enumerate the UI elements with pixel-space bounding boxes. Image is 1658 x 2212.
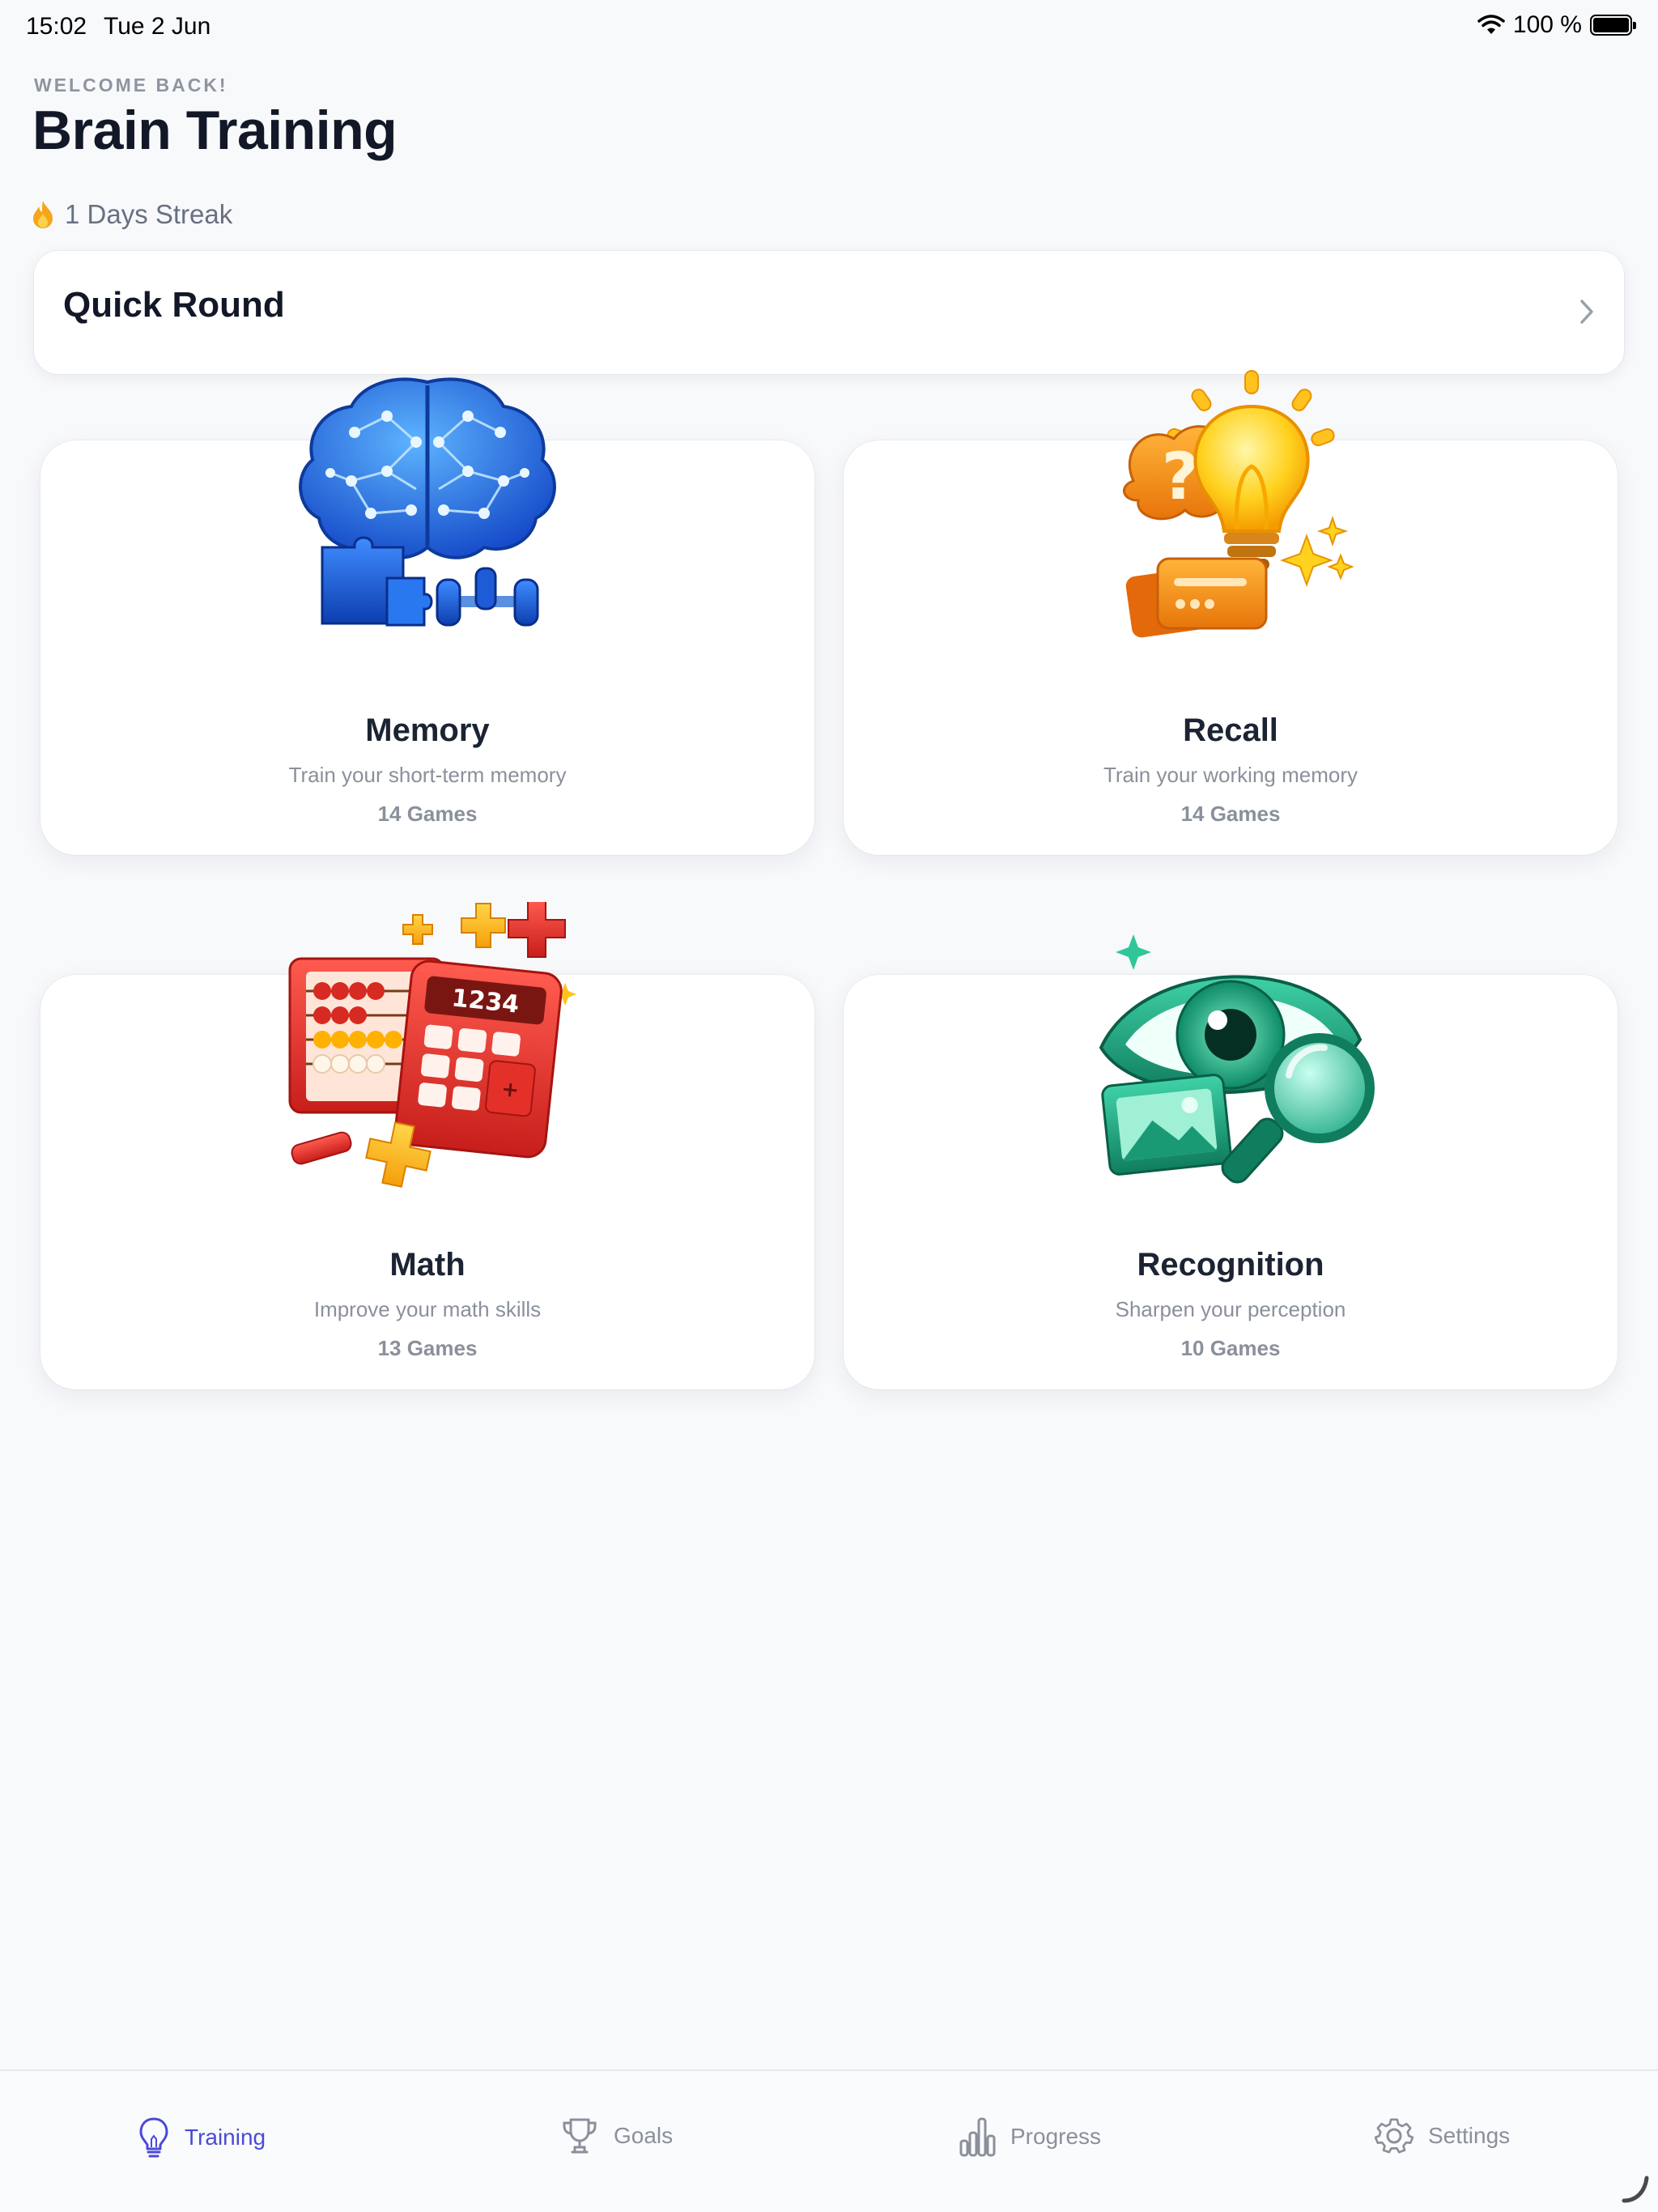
category-game-count: 13 Games xyxy=(377,1336,478,1360)
category-name: Memory xyxy=(365,713,490,748)
tab-label: Goals xyxy=(614,2123,674,2148)
tab-training[interactable]: Training xyxy=(138,2116,266,2159)
status-bar: 15:02 Tue 2 Jun 100 % xyxy=(0,0,1658,52)
wifi-icon xyxy=(1477,15,1505,34)
tab-bar: Training Goals Progress Settings xyxy=(0,2069,1658,2212)
scroll-corner-indicator xyxy=(1622,2176,1649,2203)
quick-round-label: Quick Round xyxy=(63,285,285,325)
category-card-math[interactable]: 1234 + Math Improve your math skills 13 … xyxy=(40,902,814,1389)
svg-text:?: ? xyxy=(1162,439,1199,514)
category-card-recognition[interactable]: Recognition Sharpen your perception 10 G… xyxy=(844,934,1618,1389)
battery-percent: 100 % xyxy=(1512,11,1582,38)
page-title: Brain Training xyxy=(32,100,397,161)
welcome-label: WELCOME BACK! xyxy=(34,74,228,96)
tab-label: Training xyxy=(185,2125,266,2150)
status-time: 15:02 xyxy=(26,13,87,40)
category-name: Math xyxy=(389,1247,466,1283)
tab-label: Progress xyxy=(1010,2124,1102,2149)
flame-icon xyxy=(33,201,53,228)
category-game-count: 14 Games xyxy=(1180,802,1281,826)
category-card-recall[interactable]: ? Recall Train your working memory 14 Ga… xyxy=(844,370,1618,855)
category-description: Train your working memory xyxy=(1103,763,1358,787)
eye-icon xyxy=(1099,934,1375,1184)
tab-progress[interactable]: Progress xyxy=(959,2116,1101,2157)
tab-label: Settings xyxy=(1428,2123,1511,2148)
streak-indicator: 1 Days Streak xyxy=(32,199,232,230)
bar-chart-icon xyxy=(959,2117,996,2157)
category-game-count: 10 Games xyxy=(1180,1336,1281,1360)
lightbulb-icon xyxy=(139,2117,168,2158)
category-description: Improve your math skills xyxy=(313,1297,542,1321)
svg-text:+: + xyxy=(500,1077,521,1103)
tab-settings[interactable]: Settings xyxy=(1375,2116,1510,2155)
category-card-memory[interactable]: Memory Train your short-term memory 14 G… xyxy=(40,377,814,855)
category-description: Sharpen your perception xyxy=(1115,1297,1346,1321)
status-date: Tue 2 Jun xyxy=(104,13,211,40)
brain-icon xyxy=(299,377,556,627)
battery-icon xyxy=(1590,15,1636,36)
calculator-icon: 1234 + xyxy=(288,902,576,1188)
category-name: Recognition xyxy=(1137,1247,1324,1283)
streak-label: 1 Days Streak xyxy=(65,199,233,229)
quick-round-button[interactable]: Quick Round xyxy=(34,251,1624,374)
gear-icon xyxy=(1375,2118,1414,2154)
category-description: Train your short-term memory xyxy=(288,763,567,787)
tab-goals[interactable]: Goals xyxy=(560,2116,673,2155)
lightbulb-icon: ? xyxy=(1123,370,1354,638)
trophy-icon xyxy=(563,2118,597,2154)
chevron-right-icon xyxy=(1580,300,1593,324)
category-game-count: 14 Games xyxy=(377,802,478,826)
category-name: Recall xyxy=(1183,713,1278,748)
